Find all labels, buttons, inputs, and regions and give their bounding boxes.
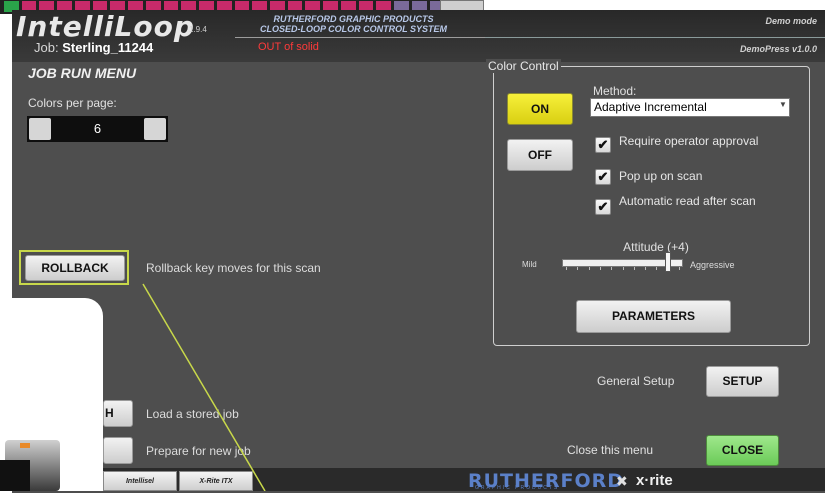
close-menu-label: Close this menu: [567, 443, 654, 457]
job-label: Job: Sterling_11244: [34, 40, 153, 55]
slider-min-label: Mild: [522, 260, 537, 269]
new-job-button[interactable]: [103, 437, 133, 464]
rutherford-logo-subtitle: GRAPHIC PRODUCTS: [475, 485, 560, 491]
slider-tick: [645, 267, 647, 270]
off-button[interactable]: OFF: [507, 139, 573, 171]
slider-tick: [611, 267, 613, 270]
product-tagline: CLOSED-LOOP COLOR CONTROL SYSTEM: [259, 24, 447, 34]
load-job-description: Load a stored job: [146, 407, 239, 421]
scanner-indicator: [20, 443, 30, 448]
xrite-icon: ✖: [616, 473, 628, 489]
slider-max-label: Aggressive: [690, 260, 735, 270]
require-approval-checkbox[interactable]: ✔: [595, 137, 611, 153]
slider-tick: [566, 267, 567, 270]
slider-tick: [599, 267, 601, 270]
decrement-button[interactable]: [29, 118, 51, 140]
version-label: 1.9.4: [189, 25, 207, 34]
increment-button[interactable]: [144, 118, 166, 140]
popup-on-scan-checkbox[interactable]: ✔: [595, 169, 611, 185]
on-button[interactable]: ON: [507, 93, 573, 125]
colors-per-page-value: 6: [93, 121, 102, 136]
attitude-label: Attitude (+4): [623, 240, 689, 254]
rollback-description: Rollback key moves for this scan: [146, 261, 321, 275]
slider-tick: [588, 267, 590, 270]
app-logo: IntelliLoop: [16, 10, 195, 43]
demo-mode-label: Demo mode: [765, 16, 817, 26]
close-button[interactable]: CLOSE: [706, 435, 779, 466]
auto-read-checkbox[interactable]: ✔: [595, 199, 611, 215]
job-label-text: Job:: [34, 40, 59, 55]
scanner-device-shadow: [0, 460, 30, 491]
slider-tick: [577, 267, 579, 270]
slider-tick: [679, 267, 680, 270]
popup-on-scan-label: Pop up on scan: [619, 169, 703, 183]
job-status: OUT of solid: [258, 41, 319, 53]
slider-tick: [656, 267, 658, 270]
tab-xrite-itx[interactable]: X-Rite ITX: [179, 471, 253, 491]
tab-intellisel[interactable]: Intellisel: [103, 471, 177, 491]
rollback-button[interactable]: ROLLBACK: [25, 255, 125, 281]
colors-per-page-label: Colors per page:: [28, 96, 117, 110]
general-setup-label: General Setup: [597, 374, 675, 388]
method-label: Method:: [593, 84, 637, 98]
dropdown-arrow-icon: ▼: [779, 100, 787, 109]
setup-button[interactable]: SETUP: [706, 366, 779, 397]
xrite-logo: x·rite: [636, 472, 673, 489]
require-approval-label: Require operator approval: [619, 134, 759, 148]
company-name: RUTHERFORD GRAPHIC PRODUCTS: [273, 14, 434, 24]
method-select[interactable]: Adaptive Incremental: [590, 98, 790, 117]
parameters-button[interactable]: PARAMETERS: [576, 300, 731, 333]
header-divider: [485, 37, 825, 38]
page-title: JOB RUN MENU: [28, 65, 137, 81]
load-job-button[interactable]: H: [103, 400, 133, 427]
attitude-slider-thumb[interactable]: [664, 252, 671, 272]
new-job-description: Prepare for new job: [146, 444, 251, 458]
slider-tick: [633, 267, 635, 270]
job-name: Sterling_11244: [62, 40, 154, 55]
header-divider: [235, 37, 485, 38]
slider-tick: [622, 267, 624, 270]
press-version-label: DemoPress v1.0.0: [739, 44, 817, 54]
auto-read-label: Automatic read after scan: [619, 194, 756, 208]
color-control-title: Color Control: [486, 59, 561, 73]
